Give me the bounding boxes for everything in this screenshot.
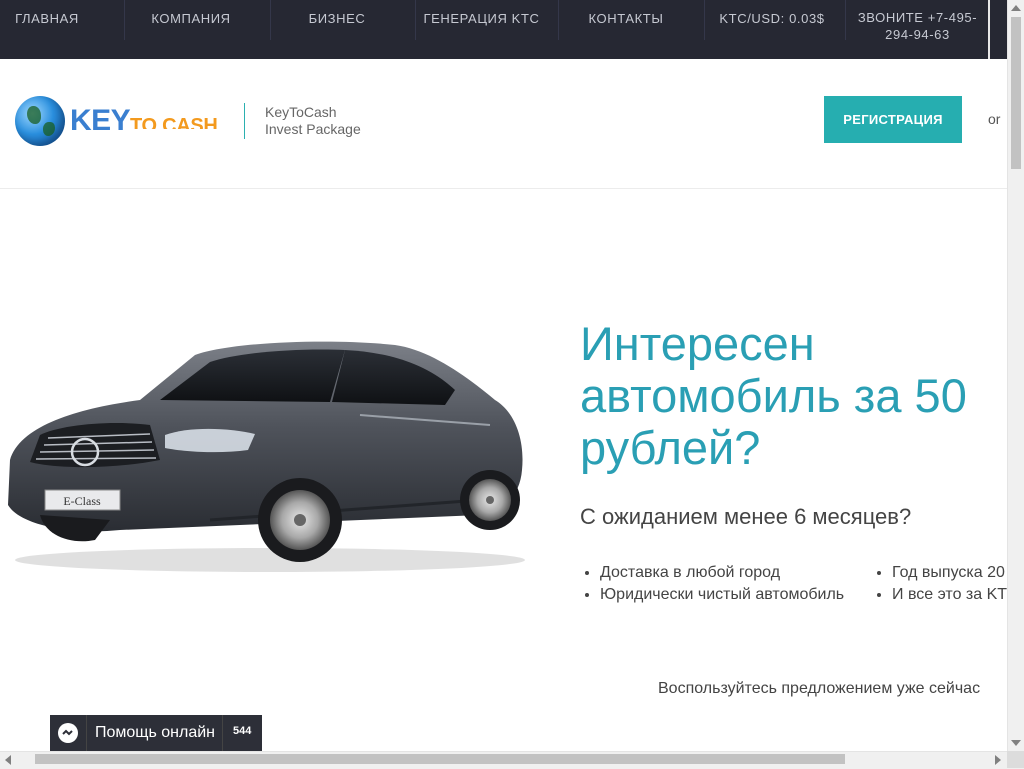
chat-label: Помощь онлайн xyxy=(95,724,215,741)
scrollbar-corner xyxy=(1007,751,1024,768)
horizontal-scroll-thumb[interactable] xyxy=(35,754,845,764)
car-image: E-Class xyxy=(8,341,525,572)
tagline-line1: KeyToCash xyxy=(265,104,337,120)
feature-item: Доставка в любой город xyxy=(600,562,870,584)
car-badge: E-Class xyxy=(63,494,101,508)
features-list-right: Год выпуска 20 И все это за KT xyxy=(872,562,1024,606)
chat-divider xyxy=(86,715,87,751)
hero-subheadline: С ожиданием менее 6 месяцев? xyxy=(580,504,912,529)
cta-text: Воспользуйтесь предложением уже сейчас xyxy=(658,680,981,697)
register-button[interactable]: РЕГИСТРАЦИЯ xyxy=(824,96,962,143)
globe-land xyxy=(27,106,41,124)
nav-item-business[interactable]: БИЗНЕС xyxy=(270,0,404,40)
nav-phone[interactable]: ЗВОНИТЕ +7-495-294-94-63 xyxy=(850,9,985,43)
feature-item: Юридически чистый автомобиль xyxy=(600,584,870,606)
logo-tocash-text[interactable]: TO CASH xyxy=(130,113,222,129)
nav-item-company[interactable]: КОМПАНИЯ xyxy=(124,0,258,40)
chat-widget[interactable]: Помощь онлайн 544 xyxy=(50,715,262,751)
nav-edge xyxy=(988,0,990,59)
nav-item-home[interactable]: ГЛАВНАЯ xyxy=(0,0,94,40)
nav-divider xyxy=(845,0,846,40)
tagline-line2: Invest Package xyxy=(265,121,361,137)
features-list-left: Доставка в любой город Юридически чистый… xyxy=(580,562,870,606)
logo-key-text[interactable]: KEY xyxy=(70,104,131,138)
vertical-scroll-thumb[interactable] xyxy=(1011,17,1021,169)
top-navigation: ГЛАВНАЯ КОМПАНИЯ БИЗНЕС ГЕНЕРАЦИЯ KTC КО… xyxy=(0,0,1007,59)
scroll-down-icon[interactable] xyxy=(1011,740,1021,746)
feature-item: И все это за KT xyxy=(892,584,1024,606)
scroll-right-icon[interactable] xyxy=(995,755,1001,765)
chat-bubble-icon xyxy=(58,723,78,743)
globe-land xyxy=(43,122,55,136)
scroll-up-icon[interactable] xyxy=(1011,5,1021,11)
nav-item-exchange-rate: KTC/USD: 0.03$ xyxy=(719,11,825,26)
feature-item: Год выпуска 20 xyxy=(892,562,1024,584)
tagline: KeyToCash Invest Package xyxy=(265,104,361,138)
or-text: or xyxy=(988,111,1001,127)
chat-divider xyxy=(222,715,223,751)
nav-item-ktc-generation[interactable]: ГЕНЕРАЦИЯ KTC xyxy=(415,0,548,40)
scroll-left-icon[interactable] xyxy=(5,755,11,765)
chat-count: 544 xyxy=(233,725,252,737)
globe-icon[interactable] xyxy=(15,96,65,146)
logo-divider xyxy=(244,103,245,139)
nav-item-contacts[interactable]: КОНТАКТЫ xyxy=(558,0,694,40)
hero-headline: Интересен автомобиль за 50 рублей? xyxy=(580,317,967,474)
